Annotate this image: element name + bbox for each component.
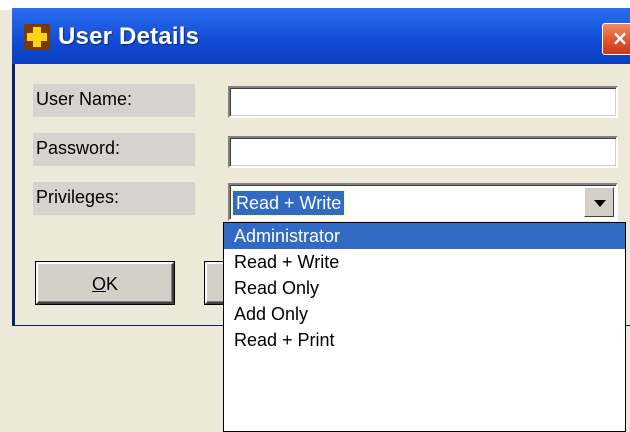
dropdown-option-read-print[interactable]: Read + Print	[224, 327, 625, 353]
privileges-dropdown-list[interactable]: Administrator Read + Write Read Only Add…	[223, 222, 626, 432]
chevron-down-icon	[594, 200, 606, 207]
plus-icon	[24, 24, 50, 50]
close-icon: ×	[611, 26, 629, 50]
dropdown-option-add-only[interactable]: Add Only	[224, 301, 625, 327]
close-button[interactable]: ×	[602, 23, 630, 55]
privileges-label: Privileges:	[33, 182, 195, 215]
dropdown-option-read-only[interactable]: Read Only	[224, 275, 625, 301]
privileges-select[interactable]: Read + Write	[228, 183, 618, 221]
ok-label-rest: K	[106, 274, 119, 294]
password-input[interactable]	[228, 136, 618, 168]
username-label: User Name:	[33, 84, 195, 117]
ok-mnemonic: O	[91, 274, 106, 294]
ok-button[interactable]: OK	[36, 262, 174, 304]
window-title: User Details	[58, 23, 200, 50]
dropdown-option-read-write[interactable]: Read + Write	[224, 249, 625, 275]
dropdown-option-administrator[interactable]: Administrator	[224, 223, 625, 249]
title-bar[interactable]: User Details ×	[12, 8, 630, 64]
username-input[interactable]	[228, 86, 618, 118]
password-label: Password:	[33, 133, 195, 166]
dropdown-arrow-button[interactable]	[584, 187, 614, 217]
privileges-selected-value: Read + Write	[231, 190, 346, 216]
